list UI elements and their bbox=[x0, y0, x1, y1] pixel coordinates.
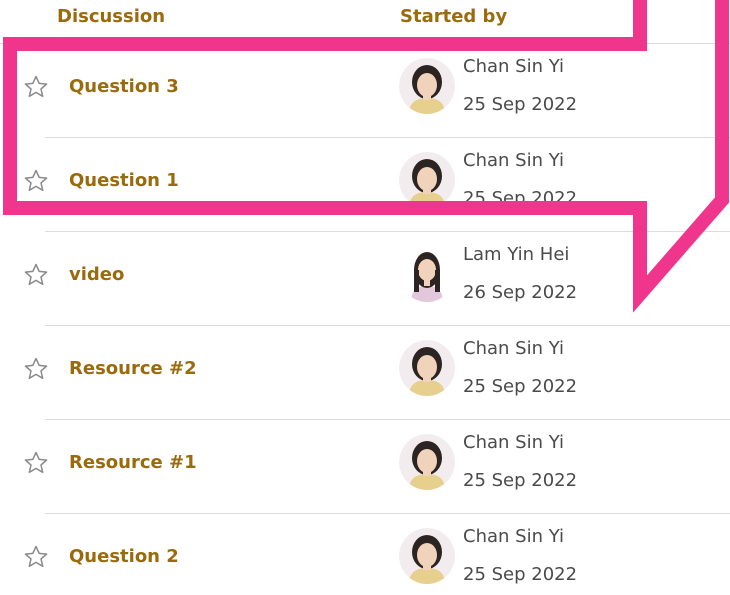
table-row: Question 2 Chan Sin Yi 25 Sep 2022 bbox=[0, 514, 730, 595]
column-header-started-by[interactable]: Started by bbox=[400, 6, 507, 27]
avatar[interactable] bbox=[399, 340, 455, 396]
discussion-list-page: Discussion Started by Question 3 Chan Si… bbox=[0, 0, 730, 595]
author-name[interactable]: Chan Sin Yi bbox=[463, 150, 564, 171]
table-header: Discussion Started by bbox=[0, 0, 730, 44]
author-name[interactable]: Chan Sin Yi bbox=[463, 338, 564, 359]
author-name[interactable]: Chan Sin Yi bbox=[463, 432, 564, 453]
table-row: Question 3 Chan Sin Yi 25 Sep 2022 bbox=[0, 44, 730, 138]
avatar[interactable] bbox=[399, 434, 455, 490]
post-date: 25 Sep 2022 bbox=[463, 564, 578, 585]
avatar[interactable] bbox=[399, 152, 455, 208]
author-name[interactable]: Chan Sin Yi bbox=[463, 526, 564, 547]
post-date: 25 Sep 2022 bbox=[463, 94, 578, 115]
avatar[interactable] bbox=[399, 58, 455, 114]
star-icon[interactable] bbox=[23, 356, 49, 382]
avatar[interactable] bbox=[399, 528, 455, 584]
post-date: 25 Sep 2022 bbox=[463, 188, 578, 209]
table-row: Question 1 Chan Sin Yi 25 Sep 2022 bbox=[0, 138, 730, 232]
star-icon[interactable] bbox=[23, 74, 49, 100]
star-icon[interactable] bbox=[23, 544, 49, 570]
post-date: 25 Sep 2022 bbox=[463, 376, 578, 397]
post-date: 25 Sep 2022 bbox=[463, 470, 578, 491]
post-date: 26 Sep 2022 bbox=[463, 282, 578, 303]
discussion-title-link[interactable]: Question 2 bbox=[69, 546, 179, 567]
avatar[interactable] bbox=[399, 246, 455, 302]
discussion-title-link[interactable]: Resource #2 bbox=[69, 358, 197, 379]
author-name[interactable]: Lam Yin Hei bbox=[463, 244, 569, 265]
discussion-title-link[interactable]: Resource #1 bbox=[69, 452, 197, 473]
discussion-title-link[interactable]: Question 3 bbox=[69, 76, 179, 97]
discussion-title-link[interactable]: Question 1 bbox=[69, 170, 179, 191]
author-name[interactable]: Chan Sin Yi bbox=[463, 56, 564, 77]
discussion-title-link[interactable]: video bbox=[69, 264, 124, 285]
star-icon[interactable] bbox=[23, 450, 49, 476]
table-row: video Lam Yin Hei 26 Sep 2022 bbox=[0, 232, 730, 326]
column-header-discussion[interactable]: Discussion bbox=[57, 6, 165, 27]
table-row: Resource #1 Chan Sin Yi 25 Sep 2022 bbox=[0, 420, 730, 514]
star-icon[interactable] bbox=[23, 262, 49, 288]
star-icon[interactable] bbox=[23, 168, 49, 194]
table-row: Resource #2 Chan Sin Yi 25 Sep 2022 bbox=[0, 326, 730, 420]
